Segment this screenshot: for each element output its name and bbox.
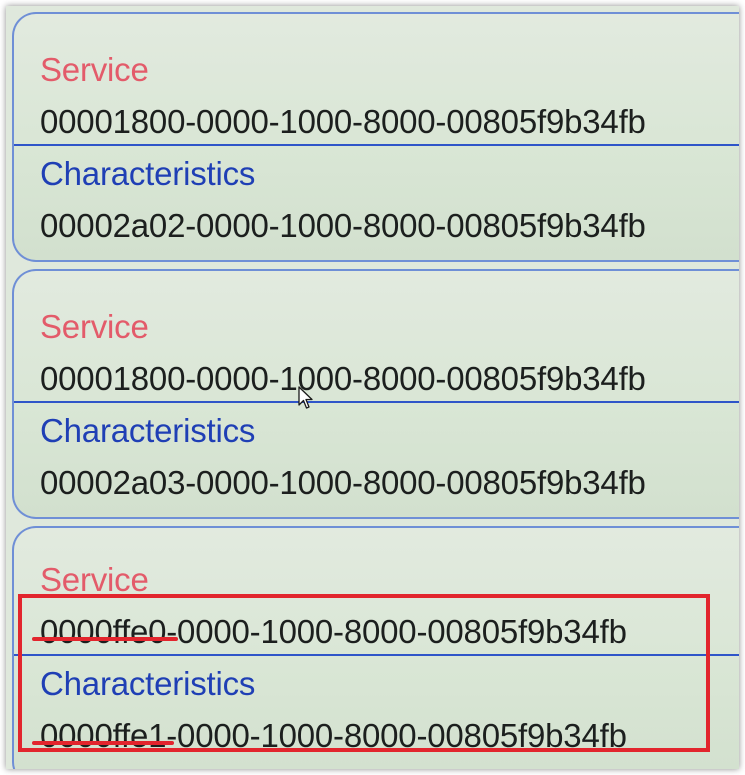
- mouse-pointer-icon: [298, 386, 313, 409]
- service-uuid: 0000ffe0-0000-1000-8000-00805f9b34fb: [40, 613, 627, 650]
- gatt-card-3[interactable]: Service 0000ffe0-0000-1000-8000-00805f9b…: [12, 526, 739, 769]
- screen-photo: Service 00001800-0000-1000-8000-00805f9b…: [6, 6, 739, 769]
- characteristics-uuid: 0000ffe1-0000-1000-8000-00805f9b34fb: [40, 717, 627, 754]
- card-divider: [14, 144, 739, 146]
- service-uuid: 00001800-0000-1000-8000-00805f9b34fb: [40, 103, 646, 140]
- service-label: Service: [40, 308, 149, 345]
- characteristics-label: Characteristics: [40, 155, 256, 192]
- characteristics-label: Characteristics: [40, 665, 256, 702]
- card-divider: [14, 654, 739, 656]
- annotation-underline-service: [32, 637, 178, 641]
- service-uuid: 00001800-0000-1000-8000-00805f9b34fb: [40, 360, 646, 397]
- annotation-underline-characteristic: [32, 741, 174, 745]
- gatt-card-1[interactable]: Service 00001800-0000-1000-8000-00805f9b…: [12, 12, 739, 262]
- gatt-card-2[interactable]: Service 00001800-0000-1000-8000-00805f9b…: [12, 269, 739, 519]
- characteristics-uuid: 00002a03-0000-1000-8000-00805f9b34fb: [40, 464, 646, 501]
- service-label: Service: [40, 51, 149, 88]
- characteristics-uuid: 00002a02-0000-1000-8000-00805f9b34fb: [40, 207, 646, 244]
- service-label: Service: [40, 561, 149, 598]
- characteristics-label: Characteristics: [40, 412, 256, 449]
- card-divider: [14, 401, 739, 403]
